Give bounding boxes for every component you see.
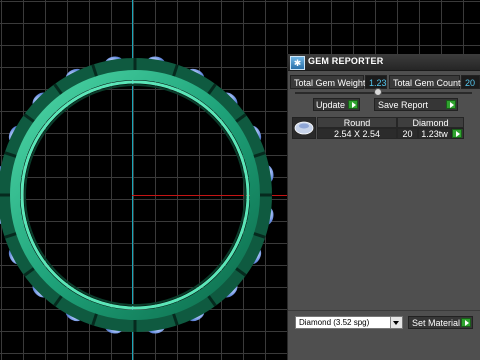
- set-material-button[interactable]: Set Material: [408, 316, 473, 329]
- gem-reporter-icon: ✱: [290, 56, 305, 70]
- ring-band-outer: [0, 58, 272, 332]
- play-arrow-icon: [461, 318, 471, 327]
- gem-row-action-button[interactable]: [451, 128, 464, 139]
- panel-divider: [288, 310, 480, 311]
- play-arrow-icon: [348, 100, 358, 109]
- panel-title: GEM REPORTER: [308, 56, 384, 66]
- total-gem-count-value: 20: [461, 75, 480, 89]
- table-header-material: Diamond: [397, 117, 464, 128]
- table-cell-weight: 1.23tw: [418, 128, 451, 139]
- report-slider[interactable]: [295, 88, 472, 96]
- total-gem-weight-value: 1.23: [365, 75, 387, 89]
- play-arrow-icon: [452, 129, 462, 138]
- panel-title-bar[interactable]: ✱ GEM REPORTER: [288, 54, 480, 71]
- set-material-button-label: Set Material: [412, 318, 461, 328]
- total-gem-weight-label: Total Gem Weight: [290, 75, 365, 89]
- chevron-down-icon[interactable]: [390, 317, 402, 328]
- table-cell-size: 2.54 X 2.54: [317, 128, 397, 139]
- update-button-label: Update: [315, 100, 346, 110]
- material-select-value: Diamond (3.52 spg): [299, 318, 370, 327]
- save-report-button-label: Save Report: [378, 100, 429, 110]
- ring-band-inner: [20, 80, 250, 310]
- material-select[interactable]: Diamond (3.52 spg): [295, 316, 403, 329]
- save-report-button[interactable]: Save Report: [374, 98, 458, 111]
- ring-band: [10, 70, 260, 320]
- play-arrow-icon: [446, 100, 456, 109]
- table-cell-count: 20: [397, 128, 418, 139]
- table-header-shape: Round: [317, 117, 397, 128]
- total-gem-count-label: Total Gem Count: [389, 75, 461, 89]
- gem-thumbnail[interactable]: [292, 117, 316, 139]
- ring-band-shadow: [24, 84, 246, 306]
- update-button[interactable]: Update: [313, 98, 360, 111]
- round-gem-icon: [294, 121, 314, 135]
